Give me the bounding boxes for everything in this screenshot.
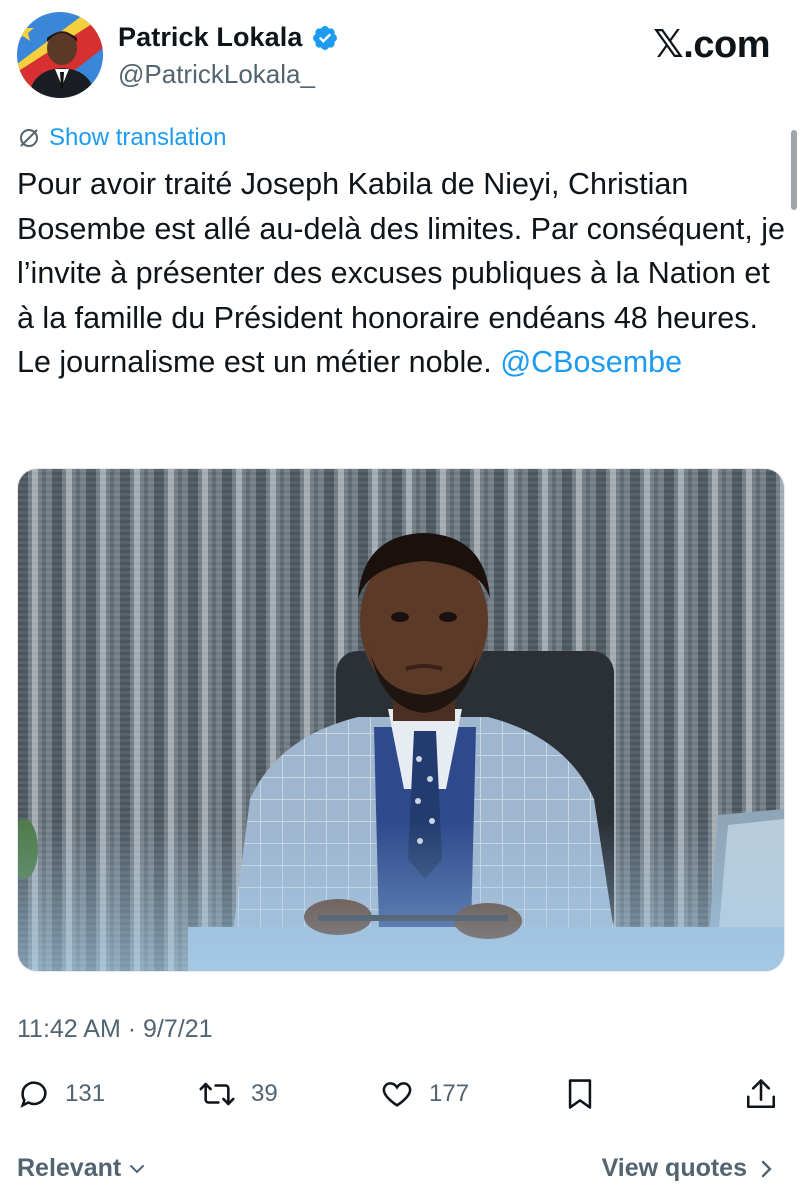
bookmark-icon	[568, 1079, 592, 1109]
repost-icon	[199, 1082, 235, 1106]
show-translation-label[interactable]: Show translation	[49, 124, 226, 152]
chevron-down-icon	[130, 1164, 145, 1173]
action-bar: 131 39 177	[17, 1070, 783, 1120]
heart-icon	[382, 1082, 412, 1107]
avatar[interactable]	[17, 12, 103, 98]
share-icon	[746, 1079, 776, 1109]
chevron-right-icon	[761, 1160, 772, 1177]
like-count: 177	[429, 1080, 470, 1107]
share-button[interactable]	[745, 1070, 777, 1118]
verified-badge-icon	[311, 24, 339, 52]
view-quotes-label[interactable]: View quotes	[602, 1154, 747, 1183]
sort-replies-dropdown[interactable]: Relevant	[17, 1154, 147, 1183]
x-com-brand: 𝕏.com	[653, 22, 770, 67]
sort-label[interactable]: Relevant	[17, 1154, 121, 1183]
bookmark-button[interactable]	[565, 1070, 595, 1118]
reply-button[interactable]: 131	[17, 1070, 105, 1118]
tweet-text: Pour avoir traité Joseph Kabila de Nieyi…	[17, 162, 787, 385]
tweet-timestamp[interactable]: 11:42 AM · 9/7/21	[17, 1015, 213, 1044]
reply-icon	[20, 1081, 47, 1108]
reply-count: 131	[65, 1080, 106, 1107]
x-logo-icon: 𝕏	[653, 22, 684, 66]
repost-button[interactable]: 39	[197, 1070, 278, 1118]
author-handle[interactable]: @PatrickLokala_	[118, 59, 315, 90]
like-button[interactable]: 177	[379, 1070, 469, 1118]
view-quotes-link[interactable]: View quotes	[602, 1154, 775, 1183]
author-display-name[interactable]: Patrick Lokala	[118, 22, 303, 53]
scrollbar[interactable]	[791, 130, 797, 210]
repost-count: 39	[251, 1080, 278, 1107]
show-translation-link[interactable]: Show translation	[17, 124, 226, 152]
brand-suffix: .com	[683, 24, 770, 66]
tweet-photo[interactable]	[17, 468, 785, 972]
globe-slash-icon	[17, 126, 41, 150]
mention-link[interactable]: @CBosembe	[500, 345, 682, 379]
author-name-row[interactable]: Patrick Lokala	[118, 22, 339, 53]
